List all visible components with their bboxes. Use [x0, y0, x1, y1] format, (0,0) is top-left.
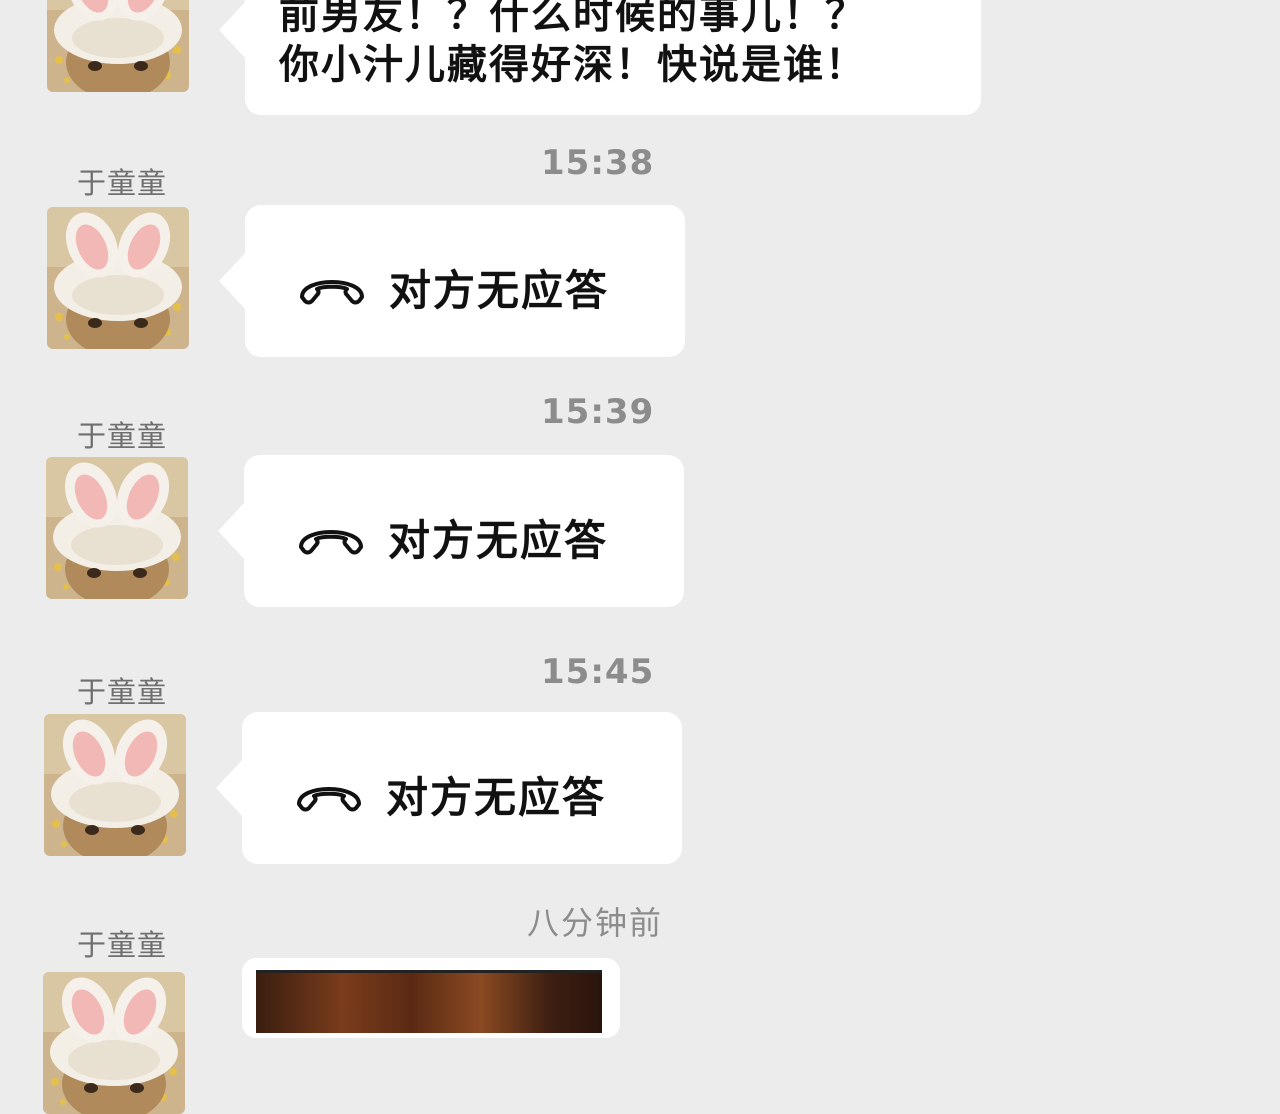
sender-name: 于童童 [77, 166, 168, 200]
timestamp: 15:39 [541, 392, 655, 432]
bunny-avatar-icon [43, 972, 185, 1114]
call-status: 对方无应答 [386, 773, 607, 822]
sender-name: 于童童 [77, 419, 168, 453]
avatar[interactable] [46, 457, 188, 599]
message-line-2: 你小汁儿藏得好深！快说是谁！ [279, 42, 867, 88]
call-status: 对方无应答 [389, 266, 610, 315]
avatar[interactable] [43, 972, 185, 1114]
bunny-avatar-icon [47, 207, 189, 349]
timestamp: 15:38 [541, 143, 655, 183]
hang-up-phone-icon [296, 521, 366, 555]
timestamp: 八分钟前 [527, 904, 664, 942]
hang-up-phone-icon [294, 778, 364, 812]
avatar[interactable] [47, 0, 189, 92]
sender-name: 于童童 [77, 675, 168, 709]
bunny-avatar-icon [47, 0, 189, 92]
bunny-avatar-icon [44, 714, 186, 856]
image-thumbnail[interactable] [256, 970, 602, 1033]
avatar[interactable] [44, 714, 186, 856]
call-bubble[interactable]: 对方无应答 [219, 205, 685, 357]
bunny-avatar-icon [46, 457, 188, 599]
avatar[interactable] [47, 207, 189, 349]
timestamp: 15:45 [541, 652, 655, 692]
call-bubble[interactable]: 对方无应答 [216, 712, 682, 864]
image-message-bubble[interactable] [242, 958, 620, 1038]
message-bubble[interactable]: 前男友！？什么时候的事儿！？ 你小汁儿藏得好深！快说是谁！ [219, 0, 981, 115]
message-line-1: 前男友！？什么时候的事儿！？ [279, 0, 867, 38]
sender-name: 于童童 [77, 928, 168, 962]
call-status: 对方无应答 [388, 516, 609, 565]
call-bubble[interactable]: 对方无应答 [218, 455, 684, 607]
hang-up-phone-icon [297, 271, 367, 305]
message-text: 前男友！？什么时候的事儿！？ 你小汁儿藏得好深！快说是谁！ [279, 0, 867, 90]
